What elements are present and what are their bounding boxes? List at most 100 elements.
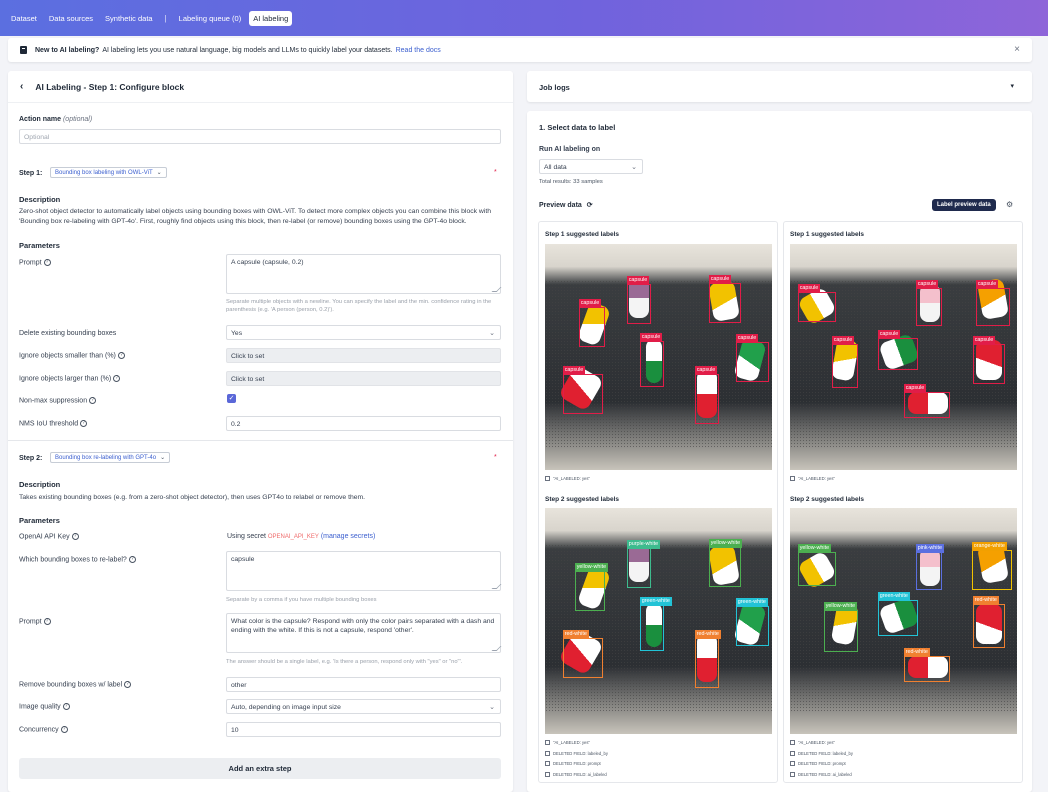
tag-icon xyxy=(790,771,795,777)
banner-title: New to AI labeling? xyxy=(35,46,100,54)
nav-ai-labeling[interactable]: AI labeling xyxy=(249,11,293,26)
resize-handle-icon xyxy=(491,287,502,292)
step1-prompt-help: Separate multiple objects with a newline… xyxy=(226,299,492,313)
help-icon: ? xyxy=(62,703,70,710)
step1-description: Zero-shot object detector to automatical… xyxy=(19,208,491,225)
which-boxes-label: Which bounding boxes to re-label?? xyxy=(19,556,136,563)
bbox: capsule xyxy=(975,280,1010,326)
nav-synthetic-data[interactable]: Synthetic data xyxy=(101,11,157,26)
resize-handle-icon xyxy=(491,584,502,589)
chevron-down-icon: ⌄ xyxy=(631,164,637,171)
job-logs-title: Job logs xyxy=(539,83,570,92)
step2-prompt-label: Prompt? xyxy=(19,618,51,625)
tag-icon xyxy=(790,750,795,756)
help-icon: ? xyxy=(60,726,68,733)
bbox: capsule xyxy=(915,280,942,326)
apikey-label: OpenAI API Key? xyxy=(19,533,79,540)
page-title: AI Labeling - Step 1: Configure block xyxy=(35,81,185,92)
preview-card-1: Step 1 suggested labels capsule capsule … xyxy=(538,221,778,783)
bbox: capsule xyxy=(972,336,1005,384)
step2-meta: "AI_LABELED: yes" DELETED FIELD: labeled… xyxy=(790,738,853,780)
run-on-select[interactable]: All data ⌄ xyxy=(539,159,643,174)
bbox: red-white xyxy=(903,648,950,682)
bbox: yellow-white xyxy=(574,563,609,611)
resize-handle-icon xyxy=(491,646,502,651)
help-icon: ? xyxy=(128,556,136,563)
nms-checkbox[interactable]: ✓ xyxy=(227,394,236,403)
help-icon: ? xyxy=(71,533,79,540)
nav-labeling-queue[interactable]: Labeling queue (0) xyxy=(175,11,246,26)
add-extra-step-button[interactable]: Add an extra step xyxy=(19,758,501,779)
select-data-title: 1. Select data to label xyxy=(539,123,616,132)
ignore-smaller-input[interactable]: Click to set xyxy=(226,348,501,363)
apikey-value: Using secret OPENAI_API_KEY (manage secr… xyxy=(227,533,376,540)
sample-image: purple-white yellow-white yellow-white g… xyxy=(545,508,772,734)
step2-block-select[interactable]: Bounding box re-labeling with GPT-4o ⌄ xyxy=(50,452,171,463)
chevron-down-icon: ⌄ xyxy=(489,704,495,711)
select-data-panel: 1. Select data to label Run AI labeling … xyxy=(527,111,1032,792)
refresh-icon[interactable]: ⟳ xyxy=(587,202,593,209)
settings-icon[interactable]: ⚙ xyxy=(1006,200,1013,209)
bbox-layer-a1: capsule capsule capsule capsule capsule … xyxy=(545,244,772,470)
nav-dataset[interactable]: Dataset xyxy=(7,11,41,26)
step2-parameters-title: Parameters xyxy=(19,516,60,525)
nav-separator: | xyxy=(164,14,167,23)
main-nav: Dataset Data sources Synthetic data | La… xyxy=(7,11,293,26)
banner-text: AI labeling lets you use natural languag… xyxy=(102,46,393,54)
remove-input[interactable]: other xyxy=(226,677,501,692)
caret-down-icon[interactable]: ▾ xyxy=(1010,82,1014,90)
close-icon[interactable]: × xyxy=(1014,44,1020,55)
run-on-label: Run AI labeling on xyxy=(539,146,601,153)
label-preview-button[interactable]: Label preview data xyxy=(932,199,996,211)
delete-existing-select[interactable]: Yes ⌄ xyxy=(226,325,501,340)
book-icon xyxy=(20,46,27,54)
step1-description-title: Description xyxy=(19,195,61,204)
bbox: capsule xyxy=(877,330,918,370)
tag-icon xyxy=(790,740,795,746)
nms-label: Non-max suppression? xyxy=(19,397,97,404)
job-logs-panel[interactable]: Job logs ▾ xyxy=(527,71,1032,102)
back-arrow-icon[interactable]: ‹ xyxy=(20,81,23,92)
step2-suggested-title: Step 2 suggested labels xyxy=(790,496,865,503)
step2-label: Step 2: xyxy=(19,455,43,462)
bbox: capsule xyxy=(578,299,605,347)
step2-prompt-textarea[interactable]: What color is the capsule? Respond with … xyxy=(226,613,502,653)
bbox: capsule xyxy=(708,275,741,323)
bbox-layer-b1: capsule capsule capsule capsule capsule … xyxy=(790,244,1017,470)
bbox: capsule xyxy=(903,384,950,418)
concurrency-input[interactable]: 10 xyxy=(226,722,501,737)
step2-description-title: Description xyxy=(19,480,61,489)
step1-label: Step 1: xyxy=(19,170,43,177)
which-boxes-textarea[interactable]: capsule xyxy=(226,551,502,591)
manage-secrets-link[interactable]: (manage secrets) xyxy=(321,533,375,540)
which-boxes-help: Separate by a comma if you have multiple… xyxy=(226,597,377,603)
bbox: capsule xyxy=(562,366,603,414)
step1-block-select[interactable]: Bounding box labeling with OWL-ViT ⌄ xyxy=(50,167,167,178)
step1-meta: "AI_LABELED: yes" xyxy=(790,474,835,485)
bbox: pink-white xyxy=(915,544,944,590)
read-docs-link[interactable]: Read the docs xyxy=(396,47,441,54)
bbox: green-white xyxy=(877,592,918,636)
help-icon: ? xyxy=(89,397,97,404)
action-name-label: Action name (optional) xyxy=(19,116,93,123)
nms-iou-input[interactable]: 0.2 xyxy=(226,416,501,431)
help-icon: ? xyxy=(43,618,51,625)
bbox: red-white xyxy=(562,630,603,678)
help-icon: ? xyxy=(124,681,132,688)
tag-icon xyxy=(545,750,550,756)
ignore-larger-input[interactable]: Click to set xyxy=(226,371,501,386)
bbox: green-white xyxy=(639,597,672,651)
sample-image: yellow-white pink-white orange-white yel… xyxy=(790,508,1017,734)
required-marker: * xyxy=(494,454,497,461)
step1-meta: "AI_LABELED: yes" xyxy=(545,474,590,485)
action-name-input[interactable]: Optional xyxy=(19,129,501,144)
image-quality-select[interactable]: Auto, depending on image input size ⌄ xyxy=(226,699,501,714)
nav-data-sources[interactable]: Data sources xyxy=(45,11,97,26)
tag-icon xyxy=(545,771,550,777)
step1-suggested-title: Step 1 suggested labels xyxy=(790,231,865,238)
top-nav-bar: Dataset Data sources Synthetic data | La… xyxy=(0,0,1048,36)
bbox: capsule xyxy=(626,276,651,324)
step2-suggested-title: Step 2 suggested labels xyxy=(545,496,620,503)
step1-prompt-textarea[interactable]: A capsule (capsule, 0.2) xyxy=(226,254,502,294)
bbox: yellow-white xyxy=(708,539,743,587)
